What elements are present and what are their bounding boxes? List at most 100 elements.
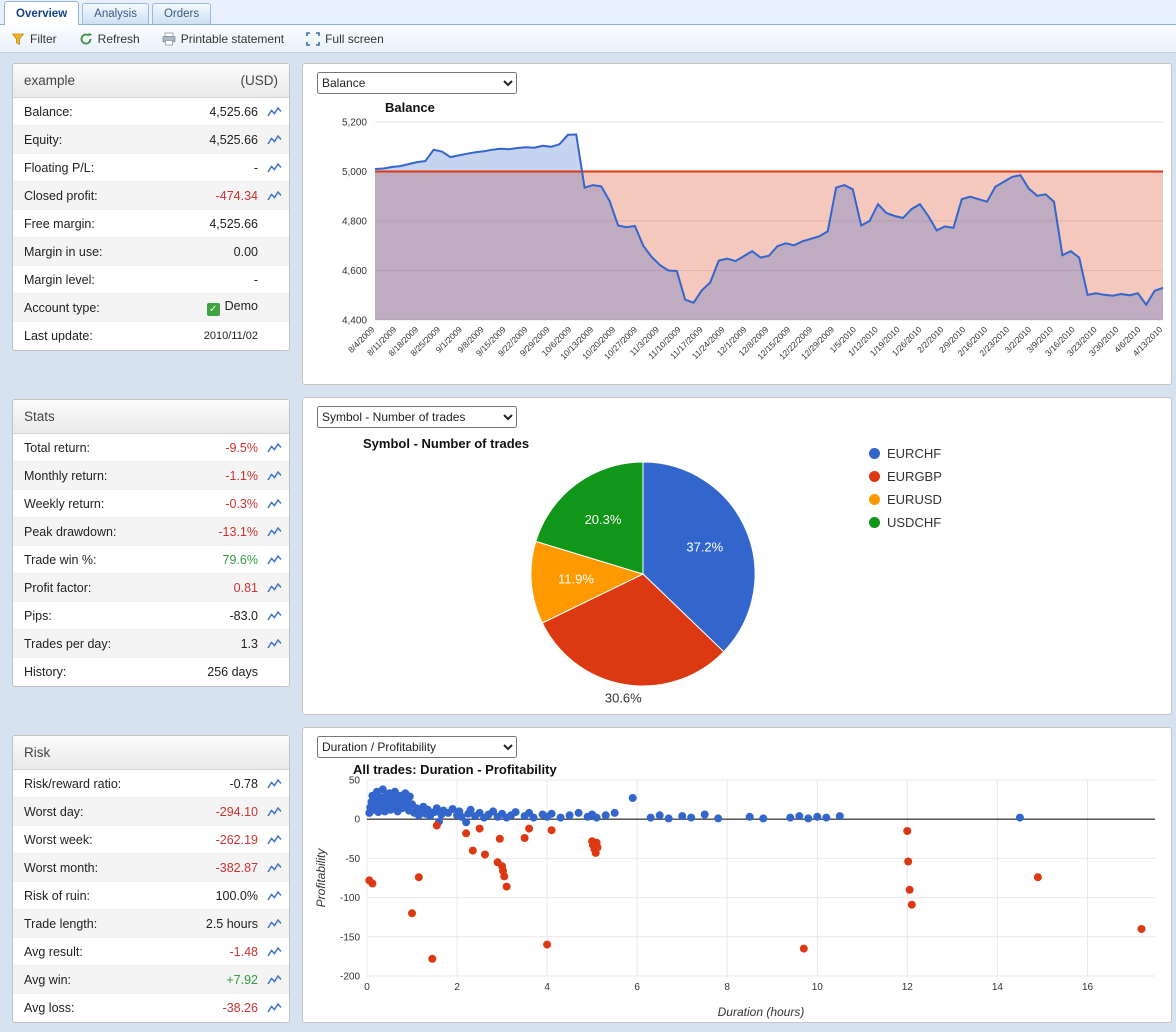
- refresh-button[interactable]: Refresh: [76, 30, 143, 48]
- account-rows: Balance:4,525.66Equity:4,525.66Floating …: [13, 98, 289, 350]
- tab-orders[interactable]: Orders: [152, 3, 211, 24]
- svg-text:Profitability: Profitability: [314, 848, 328, 908]
- account-currency: (USD): [241, 73, 279, 88]
- svg-text:12: 12: [902, 982, 914, 993]
- legend-item: EURCHF: [869, 446, 942, 461]
- row-value: -382.87: [98, 861, 258, 875]
- table-row: Account type:✓Demo: [13, 294, 289, 322]
- row-chart-icon[interactable]: [262, 470, 282, 482]
- row-chart-icon[interactable]: [262, 106, 282, 118]
- row-chart-icon[interactable]: [262, 778, 282, 790]
- risk-panel-header: Risk: [13, 736, 289, 770]
- svg-text:-100: -100: [340, 893, 360, 904]
- row-chart-icon[interactable]: [262, 862, 282, 874]
- table-row: Total return:-9.5%: [13, 434, 289, 462]
- row-chart-icon[interactable]: [262, 442, 282, 454]
- row-chart-icon[interactable]: [262, 582, 282, 594]
- row-chart-icon[interactable]: [262, 974, 282, 986]
- row-label: Account type:: [24, 301, 100, 315]
- left-column: example (USD) Balance:4,525.66Equity:4,5…: [12, 63, 290, 1023]
- printable-statement-button[interactable]: Printable statement: [159, 30, 287, 48]
- pie-chart-select[interactable]: Symbol - Number of trades: [317, 406, 517, 428]
- svg-text:50: 50: [349, 776, 361, 787]
- filter-button[interactable]: Filter: [8, 30, 60, 48]
- row-chart-icon[interactable]: [262, 918, 282, 930]
- tab-bar: Overview Analysis Orders: [0, 0, 1176, 25]
- row-label: Weekly return:: [24, 497, 104, 511]
- table-row: History:256 days: [13, 658, 289, 686]
- row-chart-icon[interactable]: [262, 806, 282, 818]
- row-chart-icon[interactable]: [262, 190, 282, 202]
- refresh-icon: [79, 32, 93, 46]
- tab-overview[interactable]: Overview: [4, 1, 79, 25]
- tab-analysis[interactable]: Analysis: [82, 3, 149, 24]
- row-label: Trade length:: [24, 917, 97, 931]
- svg-text:All trades: Duration - Profita: All trades: Duration - Profitability: [353, 762, 557, 777]
- stats-panel-title: Stats: [24, 409, 55, 424]
- account-panel-title: example: [24, 73, 75, 88]
- table-row: Avg result:-1.48: [13, 938, 289, 966]
- demo-check-icon: ✓: [207, 303, 220, 316]
- row-chart-icon[interactable]: [262, 946, 282, 958]
- table-row: Pips:-83.0: [13, 602, 289, 630]
- row-chart-icon[interactable]: [262, 1002, 282, 1014]
- svg-text:2: 2: [454, 982, 460, 993]
- row-label: Worst month:: [24, 861, 98, 875]
- stats-rows: Total return:-9.5%Monthly return:-1.1%We…: [13, 434, 289, 686]
- table-row: Free margin:4,525.66: [13, 210, 289, 238]
- pie-legend: EURCHFEURGBPEURUSDUSDCHF: [869, 446, 942, 530]
- row-chart-icon[interactable]: [262, 890, 282, 902]
- scatter-chart-select[interactable]: Duration / Profitability: [317, 736, 517, 758]
- account-panel: example (USD) Balance:4,525.66Equity:4,5…: [12, 63, 290, 351]
- row-value: -0.3%: [104, 497, 258, 511]
- table-row: Balance:4,525.66: [13, 98, 289, 126]
- row-label: Free margin:: [24, 217, 95, 231]
- fullscreen-button[interactable]: Full screen: [303, 30, 387, 48]
- tab-orders-label: Orders: [164, 8, 199, 20]
- tab-analysis-label: Analysis: [94, 8, 137, 20]
- row-label: Floating P/L:: [24, 161, 94, 175]
- legend-swatch: [869, 471, 880, 482]
- row-value: 4,525.66: [95, 217, 258, 231]
- svg-text:8: 8: [724, 982, 730, 993]
- row-chart-icon[interactable]: [262, 834, 282, 846]
- row-chart-icon[interactable]: [262, 498, 282, 510]
- row-chart-icon[interactable]: [262, 162, 282, 174]
- svg-text:37.2%: 37.2%: [686, 540, 723, 555]
- svg-text:5,000: 5,000: [342, 167, 367, 178]
- row-value: 0.81: [91, 581, 258, 595]
- row-chart-icon[interactable]: [262, 526, 282, 538]
- row-label: History:: [24, 665, 66, 679]
- toolbar: Filter Refresh Printable statement Full …: [0, 25, 1176, 53]
- row-label: Profit factor:: [24, 581, 91, 595]
- row-label: Pips:: [24, 609, 52, 623]
- legend-label: EURUSD: [887, 492, 942, 507]
- row-label: Margin in use:: [24, 245, 103, 259]
- row-value: +7.92: [71, 973, 258, 987]
- svg-text:14: 14: [992, 982, 1004, 993]
- row-label: Total return:: [24, 441, 90, 455]
- row-chart-icon[interactable]: [262, 610, 282, 622]
- table-row: Avg loss:-38.26: [13, 994, 289, 1022]
- filter-button-label: Filter: [30, 32, 57, 46]
- svg-text:10: 10: [812, 982, 824, 993]
- row-chart-icon[interactable]: [262, 134, 282, 146]
- row-value: 100.0%: [90, 889, 258, 903]
- row-chart-icon[interactable]: [262, 638, 282, 650]
- table-row: Worst week:-262.19: [13, 826, 289, 854]
- tab-overview-label: Overview: [16, 8, 67, 20]
- row-value: ✓Demo: [100, 299, 258, 316]
- row-label: Closed profit:: [24, 189, 98, 203]
- table-row: Trade win %:79.6%: [13, 546, 289, 574]
- row-chart-icon[interactable]: [262, 554, 282, 566]
- svg-text:-150: -150: [340, 932, 360, 943]
- row-value: -0.78: [121, 777, 258, 791]
- svg-text:4,600: 4,600: [342, 266, 367, 277]
- legend-item: EURGBP: [869, 469, 942, 484]
- row-value: 2.5 hours: [97, 917, 258, 931]
- table-row: Trades per day:1.3: [13, 630, 289, 658]
- table-row: Floating P/L:-: [13, 154, 289, 182]
- balance-chart-select[interactable]: Balance: [317, 72, 517, 94]
- legend-swatch: [869, 494, 880, 505]
- row-value: 79.6%: [96, 553, 258, 567]
